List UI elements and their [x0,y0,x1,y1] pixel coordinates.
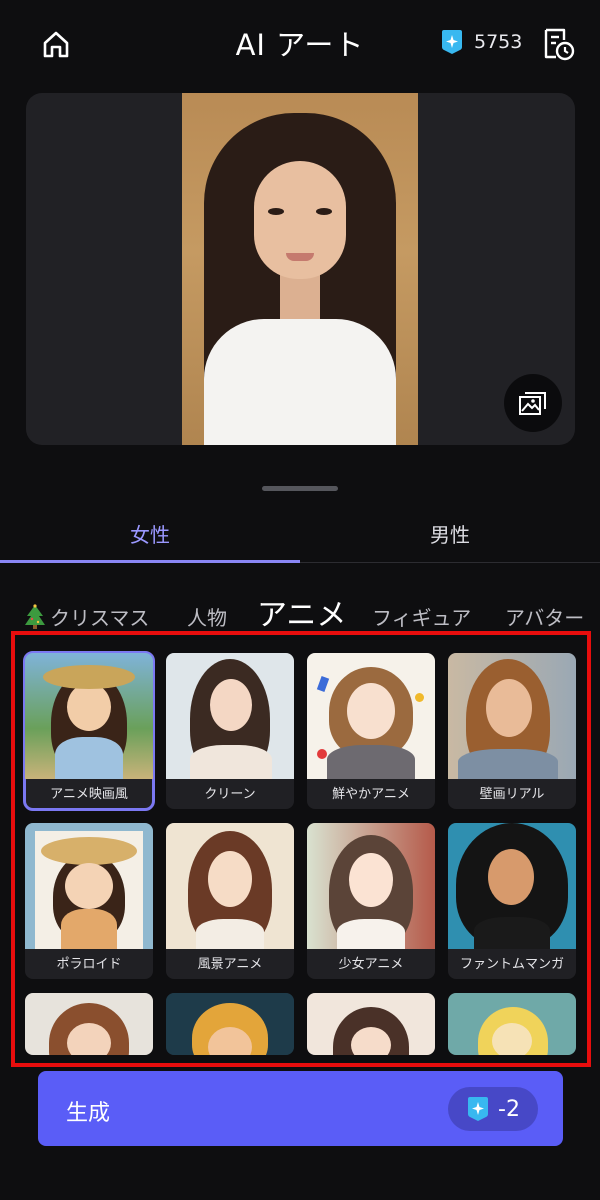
style-label: クリーン [204,787,256,802]
style-label: 少女アニメ [338,957,404,972]
generate-cost-badge: -2 [448,1087,538,1131]
style-label: アニメ映画風 [50,787,128,802]
style-card-scenery-anime[interactable]: 風景アニメ [166,823,294,979]
header: AI アート 5753 [0,0,600,88]
style-grid: アニメ映画風 クリーン 鮮やかアニメ 壁画リアル ポラロイド 風景アニメ 少女ア… [11,631,591,1067]
style-thumbnail [448,653,576,779]
category-people[interactable]: 人物 [187,602,227,630]
christmas-tree-icon [25,604,45,629]
generate-cost-value: -2 [498,1096,520,1122]
credit-count: 5753 [474,31,523,53]
style-card[interactable] [448,993,576,1055]
style-thumbnail [307,653,435,779]
category-christmas[interactable]: クリスマス [24,602,149,630]
style-card-polaroid[interactable]: ポラロイド [25,823,153,979]
style-card-clean[interactable]: クリーン [166,653,294,809]
style-card[interactable] [166,993,294,1055]
generate-label: 生成 [66,1101,111,1126]
credit-balance[interactable]: 5753 [440,29,522,55]
style-thumbnail [25,653,153,779]
style-card-vivid-anime[interactable]: 鮮やかアニメ [307,653,435,809]
style-label: 壁画リアル [479,787,545,802]
generate-button[interactable]: 生成 -2 [38,1071,563,1146]
category-anime[interactable]: アニメ [257,590,346,630]
category-avatar[interactable]: アバター [505,602,584,630]
style-label: ポラロイド [56,957,122,972]
credit-gem-icon [468,1097,489,1121]
style-label: 風景アニメ [197,957,263,972]
style-card-anime-movie[interactable]: アニメ映画風 [23,651,155,811]
style-thumbnail [25,823,153,949]
source-photo-preview [26,93,575,445]
style-label: 鮮やかアニメ [332,787,410,802]
style-label: ファントムマンガ [459,957,564,972]
history-icon [544,28,575,61]
style-thumbnail [166,823,294,949]
style-thumbnail [307,993,435,1055]
style-thumbnail [166,653,294,779]
tab-male[interactable]: 男性 [300,519,600,548]
drag-handle[interactable] [262,486,338,491]
style-card-phantom-manga[interactable]: ファントムマンガ [448,823,576,979]
style-card-shoujo-anime[interactable]: 少女アニメ [307,823,435,979]
style-thumbnail [307,823,435,949]
gallery-icon [519,392,546,415]
style-card[interactable] [25,993,153,1055]
credit-gem-icon [442,30,462,54]
tab-female[interactable]: 女性 [0,519,300,548]
style-thumbnail [25,993,153,1055]
category-figure[interactable]: フィギュア [372,602,471,630]
style-card-mural-real[interactable]: 壁画リアル [448,653,576,809]
category-label: クリスマス [50,606,150,630]
style-card[interactable] [307,993,435,1055]
change-photo-button[interactable] [504,374,562,432]
style-thumbnail [448,823,576,949]
gender-tabs: 女性 男性 [0,505,600,563]
style-thumbnail [448,993,576,1055]
history-button[interactable] [540,26,576,62]
style-thumbnail [166,993,294,1055]
category-tabs: クリスマス 人物 アニメ フィギュア アバター [0,582,600,630]
uploaded-portrait [182,93,418,445]
active-tab-indicator [0,560,300,563]
